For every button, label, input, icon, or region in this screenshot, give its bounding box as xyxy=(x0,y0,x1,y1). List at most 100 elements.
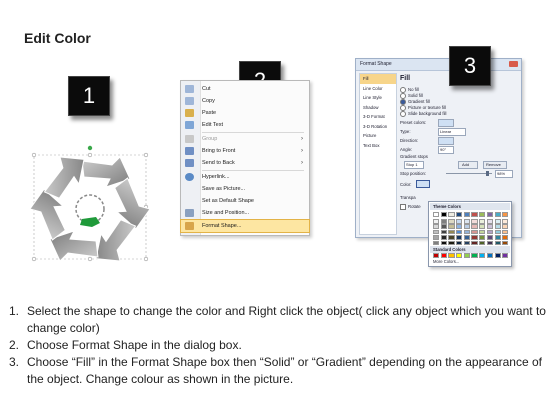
color-swatch[interactable] xyxy=(456,240,463,246)
color-swatch[interactable] xyxy=(486,224,494,229)
nav-item-picture[interactable]: Picture xyxy=(360,131,396,141)
nav-item-3d-format[interactable]: 3-D Format xyxy=(360,112,396,122)
color-swatch[interactable] xyxy=(448,235,455,240)
preset-colors-dropdown[interactable] xyxy=(438,119,454,127)
nav-item-text-box[interactable]: Text Box xyxy=(360,141,396,151)
menu-item-format-shape[interactable]: Format Shape... xyxy=(180,219,310,233)
color-swatch[interactable] xyxy=(486,229,494,235)
slider-thumb[interactable] xyxy=(486,171,489,176)
color-swatch[interactable] xyxy=(471,240,478,246)
color-swatch[interactable] xyxy=(494,253,501,258)
color-swatch[interactable] xyxy=(486,219,494,224)
menu-item-set-default-shape[interactable]: Set as Default Shape xyxy=(181,195,309,207)
color-swatch[interactable] xyxy=(456,229,463,235)
color-swatch[interactable] xyxy=(494,224,501,229)
color-swatch[interactable] xyxy=(456,235,463,240)
color-swatch[interactable] xyxy=(494,219,501,224)
color-swatch[interactable] xyxy=(479,229,486,235)
nav-item-line-color[interactable]: Line Color xyxy=(360,84,396,94)
color-swatch[interactable] xyxy=(456,219,463,224)
color-swatch[interactable] xyxy=(494,229,501,235)
menu-item-group[interactable]: Group › xyxy=(181,133,309,145)
color-swatch[interactable] xyxy=(440,235,447,240)
remove-stop-button[interactable]: Remove xyxy=(483,161,507,169)
radio-slide-background-fill[interactable]: Slide background fill xyxy=(400,111,446,117)
color-swatch[interactable] xyxy=(456,224,463,229)
color-swatch[interactable] xyxy=(448,212,455,217)
color-swatch[interactable] xyxy=(448,224,455,229)
color-swatch[interactable] xyxy=(471,235,478,240)
color-swatch[interactable] xyxy=(448,219,455,224)
more-colors-link[interactable]: More Colors... xyxy=(433,259,459,264)
nav-item-3d-rotation[interactable]: 3-D Rotation xyxy=(360,122,396,132)
nav-item-shadow[interactable]: Shadow xyxy=(360,103,396,113)
color-swatch[interactable] xyxy=(479,224,486,229)
color-swatch[interactable] xyxy=(479,212,486,217)
rotation-handle[interactable] xyxy=(87,145,93,151)
color-swatch[interactable] xyxy=(433,224,440,229)
color-swatch[interactable] xyxy=(463,240,471,246)
color-swatch[interactable] xyxy=(479,235,486,240)
rotate-checkbox[interactable]: Rotate xyxy=(400,204,421,210)
menu-item-size-position[interactable]: Size and Position... xyxy=(181,207,309,219)
color-swatch[interactable] xyxy=(471,212,478,217)
color-swatch[interactable] xyxy=(456,212,463,217)
direction-dropdown[interactable] xyxy=(438,137,454,145)
color-swatch[interactable] xyxy=(448,229,455,235)
color-swatch[interactable] xyxy=(486,235,494,240)
color-swatch[interactable] xyxy=(440,224,447,229)
color-swatch[interactable] xyxy=(486,253,494,258)
color-swatch[interactable] xyxy=(502,235,509,240)
color-swatch[interactable] xyxy=(463,219,471,224)
color-swatch[interactable] xyxy=(433,240,440,246)
angle-input[interactable]: 90° xyxy=(438,146,454,154)
color-swatch[interactable] xyxy=(440,212,447,217)
color-swatch[interactable] xyxy=(433,219,440,224)
color-swatch[interactable] xyxy=(502,253,509,258)
color-swatch[interactable] xyxy=(502,219,509,224)
color-swatch[interactable] xyxy=(502,224,509,229)
add-stop-button[interactable]: Add xyxy=(458,161,478,169)
color-swatch[interactable] xyxy=(471,253,478,258)
menu-item-save-as-picture[interactable]: Save as Picture... xyxy=(181,183,309,195)
color-swatch[interactable] xyxy=(448,240,455,246)
color-swatch[interactable] xyxy=(433,212,440,217)
color-swatch[interactable] xyxy=(471,224,478,229)
color-swatch[interactable] xyxy=(433,229,440,235)
color-swatch[interactable] xyxy=(494,240,501,246)
color-swatch[interactable] xyxy=(502,212,509,217)
color-swatch[interactable] xyxy=(502,229,509,235)
menu-item-paste[interactable]: Paste xyxy=(181,107,309,119)
menu-item-bring-to-front[interactable]: Bring to Front › xyxy=(181,145,309,157)
menu-item-copy[interactable]: Copy xyxy=(181,95,309,107)
color-swatch[interactable] xyxy=(463,235,471,240)
stop-dropdown[interactable]: Stop 1 xyxy=(404,161,424,169)
nav-item-line-style[interactable]: Line Style xyxy=(360,93,396,103)
color-swatch[interactable] xyxy=(440,229,447,235)
close-icon[interactable] xyxy=(509,61,518,67)
color-swatch[interactable] xyxy=(440,253,447,258)
color-swatch[interactable] xyxy=(494,235,501,240)
circular-arrows-diagram[interactable] xyxy=(28,145,152,263)
color-swatch[interactable] xyxy=(479,219,486,224)
color-swatch[interactable] xyxy=(471,229,478,235)
color-swatch[interactable] xyxy=(440,219,447,224)
color-swatch[interactable] xyxy=(463,229,471,235)
color-swatch[interactable] xyxy=(433,253,440,258)
color-swatch[interactable] xyxy=(433,235,440,240)
color-swatch[interactable] xyxy=(486,240,494,246)
color-swatch[interactable] xyxy=(479,240,486,246)
menu-item-cut[interactable]: Cut xyxy=(181,83,309,95)
color-swatch[interactable] xyxy=(463,224,471,229)
color-swatch[interactable] xyxy=(502,240,509,246)
nav-item-fill[interactable]: Fill xyxy=(360,74,396,84)
color-swatch[interactable] xyxy=(486,212,494,217)
color-picker-button[interactable] xyxy=(416,180,430,188)
color-swatch[interactable] xyxy=(463,253,471,258)
color-swatch[interactable] xyxy=(448,253,455,258)
color-swatch[interactable] xyxy=(494,212,501,217)
menu-item-send-to-back[interactable]: Send to Back › xyxy=(181,157,309,169)
color-swatch[interactable] xyxy=(479,253,486,258)
color-swatch[interactable] xyxy=(456,253,463,258)
color-swatch[interactable] xyxy=(463,212,471,217)
